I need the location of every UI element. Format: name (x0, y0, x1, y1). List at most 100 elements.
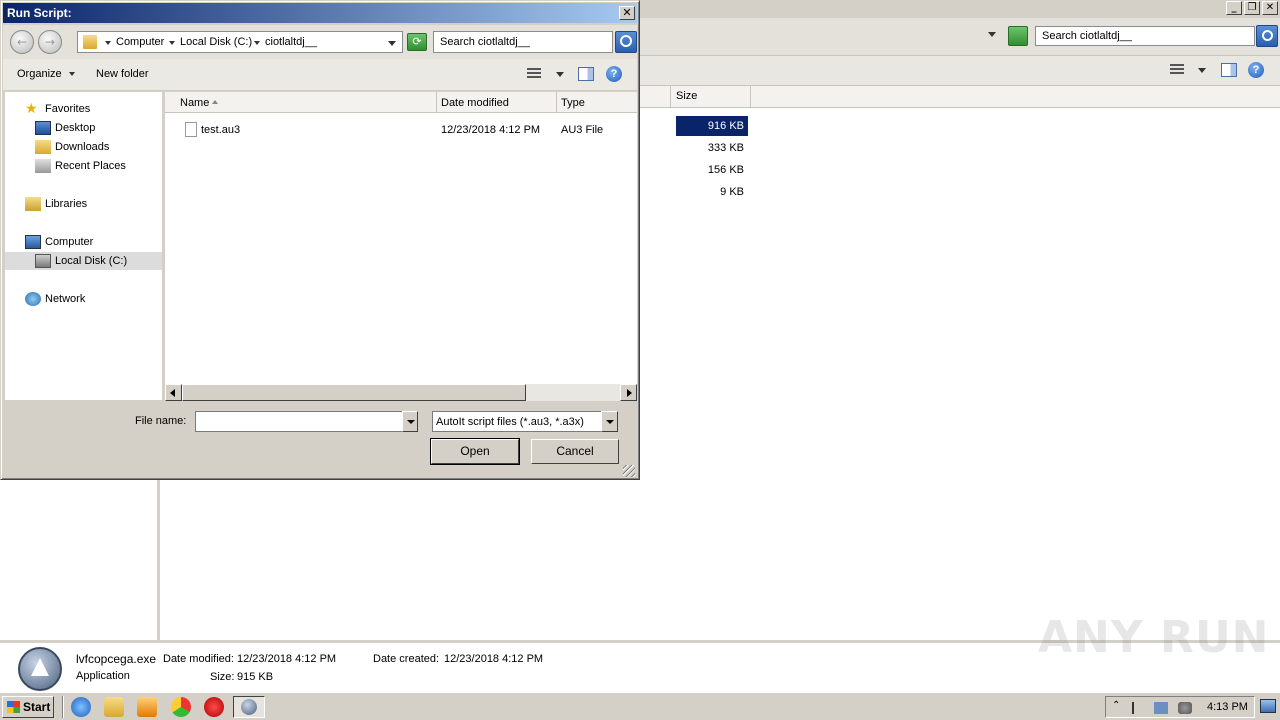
column-separator[interactable] (750, 86, 751, 108)
back-arrow-icon[interactable]: ← (10, 30, 34, 54)
dialog-close-button[interactable]: ✕ (619, 6, 635, 20)
show-hidden-icons-icon[interactable]: ⌃ (1112, 700, 1126, 712)
name-column-header[interactable]: Name (180, 97, 209, 109)
views-dropdown-icon[interactable] (556, 72, 564, 77)
navigation-pane-splitter[interactable] (157, 480, 160, 640)
views-dropdown-icon[interactable] (1198, 68, 1206, 73)
windows-explorer-icon[interactable] (104, 697, 124, 717)
breadcrumb-chevron-icon[interactable] (169, 41, 175, 45)
file-name-dropdown-icon[interactable] (402, 411, 418, 432)
file-row[interactable]: test.au3 12/23/2018 4:12 PM AU3 File (165, 120, 637, 140)
organize-button[interactable]: Organize (17, 68, 62, 80)
refresh-icon[interactable] (1008, 26, 1028, 46)
column-separator[interactable] (436, 92, 437, 113)
horizontal-scrollbar[interactable] (165, 384, 637, 401)
nav-item-label: Local Disk (C:) (55, 255, 128, 267)
navigation-pane: ★ Favorites Desktop Downloads Recent Pla… (5, 92, 162, 400)
nav-item-desktop[interactable]: Desktop (5, 119, 162, 137)
breadcrumb-item[interactable]: ciotlaltdj__ (265, 36, 317, 48)
file-list-header: Name Date modified Type (165, 92, 637, 113)
views-icon[interactable] (527, 68, 541, 80)
breadcrumb-chevron-icon[interactable] (254, 41, 260, 45)
show-desktop-icon[interactable] (1260, 699, 1276, 713)
breadcrumb-chevron-icon[interactable] (105, 41, 111, 45)
star-icon: ★ (25, 100, 38, 116)
date-modified-column-header[interactable]: Date modified (441, 97, 509, 109)
help-icon[interactable]: ? (1248, 62, 1264, 78)
chrome-icon[interactable] (171, 697, 191, 717)
details-date-modified-value: 12/23/2018 4:12 PM (237, 653, 337, 665)
breadcrumb-item[interactable]: Computer (116, 36, 164, 48)
breadcrumb[interactable]: Computer Local Disk (C:) ciotlaltdj__ (77, 31, 403, 53)
nav-item-local-disk[interactable]: Local Disk (C:) (5, 252, 162, 270)
close-button[interactable]: ✕ (1262, 1, 1278, 15)
details-size-label: Size: (210, 671, 235, 683)
preview-pane-icon[interactable] (1221, 63, 1237, 77)
address-dropdown-icon[interactable] (988, 32, 996, 37)
forward-arrow-icon[interactable]: → (38, 30, 62, 54)
scrollbar-thumb[interactable] (182, 384, 526, 401)
search-icon[interactable] (615, 31, 637, 53)
network-icon[interactable] (1154, 702, 1168, 714)
details-date-modified-label: Date modified: (163, 653, 234, 665)
nav-item-libraries[interactable]: Libraries (5, 195, 162, 213)
system-clock[interactable]: 4:13 PM (1207, 701, 1248, 713)
background-search-input[interactable]: Search ciotlaltdj__ (1035, 26, 1255, 46)
media-player-icon[interactable] (137, 697, 157, 717)
details-file-name: lvfcopcega.exe (76, 652, 157, 666)
file-type: AU3 File (561, 124, 604, 136)
start-button[interactable]: Start (2, 696, 54, 718)
nav-item-label: Desktop (55, 122, 96, 134)
volume-icon[interactable] (1178, 702, 1192, 714)
search-icon[interactable] (1256, 25, 1278, 47)
cancel-button[interactable]: Cancel (531, 439, 619, 464)
details-date-created-label: Date created: (373, 653, 440, 665)
nav-item-label: Downloads (55, 141, 110, 153)
address-dropdown-icon[interactable] (388, 41, 396, 46)
dialog-title: Run Script: (7, 6, 72, 20)
internet-explorer-icon[interactable] (71, 697, 91, 717)
breadcrumb-item[interactable]: Local Disk (C:) (180, 36, 252, 48)
nav-item-favorites[interactable]: ★ Favorites (5, 100, 162, 118)
nav-item-computer[interactable]: Computer (5, 233, 162, 251)
help-icon[interactable]: ? (606, 66, 622, 82)
action-center-flag-icon[interactable] (1132, 702, 1146, 714)
refresh-icon[interactable]: ⟳ (407, 33, 427, 51)
size-cell[interactable]: 9 KB (676, 182, 748, 202)
dialog-search-input[interactable]: Search ciotlaltdj__ (433, 31, 613, 53)
nav-item-downloads[interactable]: Downloads (5, 138, 162, 156)
size-cell[interactable]: 333 KB (676, 138, 748, 158)
run-script-dialog: Run Script: ✕ ← → Computer Local Disk (C… (0, 0, 640, 480)
taskbar-task-autoit[interactable] (233, 696, 265, 718)
minimize-button[interactable]: _ (1226, 1, 1242, 15)
computer-icon (25, 235, 41, 249)
nav-item-network[interactable]: Network (5, 290, 162, 308)
size-column-header[interactable]: Size (676, 90, 697, 102)
windows-logo-icon (7, 701, 20, 713)
file-date-modified: 12/23/2018 4:12 PM (441, 124, 541, 136)
drive-icon (35, 254, 51, 268)
preview-pane-icon[interactable] (578, 67, 594, 81)
nav-item-recent-places[interactable]: Recent Places (5, 157, 162, 175)
organize-dropdown-icon[interactable] (69, 72, 75, 76)
scroll-left-arrow-icon[interactable] (165, 384, 182, 401)
taskbar: Start ⌃ 4:13 PM (0, 692, 1280, 720)
type-column-header[interactable]: Type (561, 97, 585, 109)
views-icon[interactable] (1170, 64, 1184, 76)
sort-ascending-icon (212, 100, 218, 104)
dialog-titlebar[interactable]: Run Script: ✕ (3, 3, 637, 23)
file-type-select[interactable]: AutoIt script files (*.au3, *.a3x) (432, 411, 602, 432)
size-cell[interactable]: 916 KB (676, 116, 748, 136)
restore-button[interactable]: ❐ (1244, 1, 1260, 15)
column-separator[interactable] (556, 92, 557, 113)
file-name-input[interactable] (195, 411, 403, 432)
file-type-dropdown-icon[interactable] (601, 411, 618, 432)
size-cell[interactable]: 156 KB (676, 160, 748, 180)
opera-icon[interactable] (204, 697, 224, 717)
column-separator[interactable] (670, 86, 671, 108)
scroll-right-arrow-icon[interactable] (620, 384, 637, 401)
open-button[interactable]: Open (430, 438, 520, 465)
new-folder-button[interactable]: New folder (96, 68, 149, 80)
downloads-folder-icon (35, 140, 51, 154)
resize-grip-icon[interactable] (623, 465, 635, 477)
